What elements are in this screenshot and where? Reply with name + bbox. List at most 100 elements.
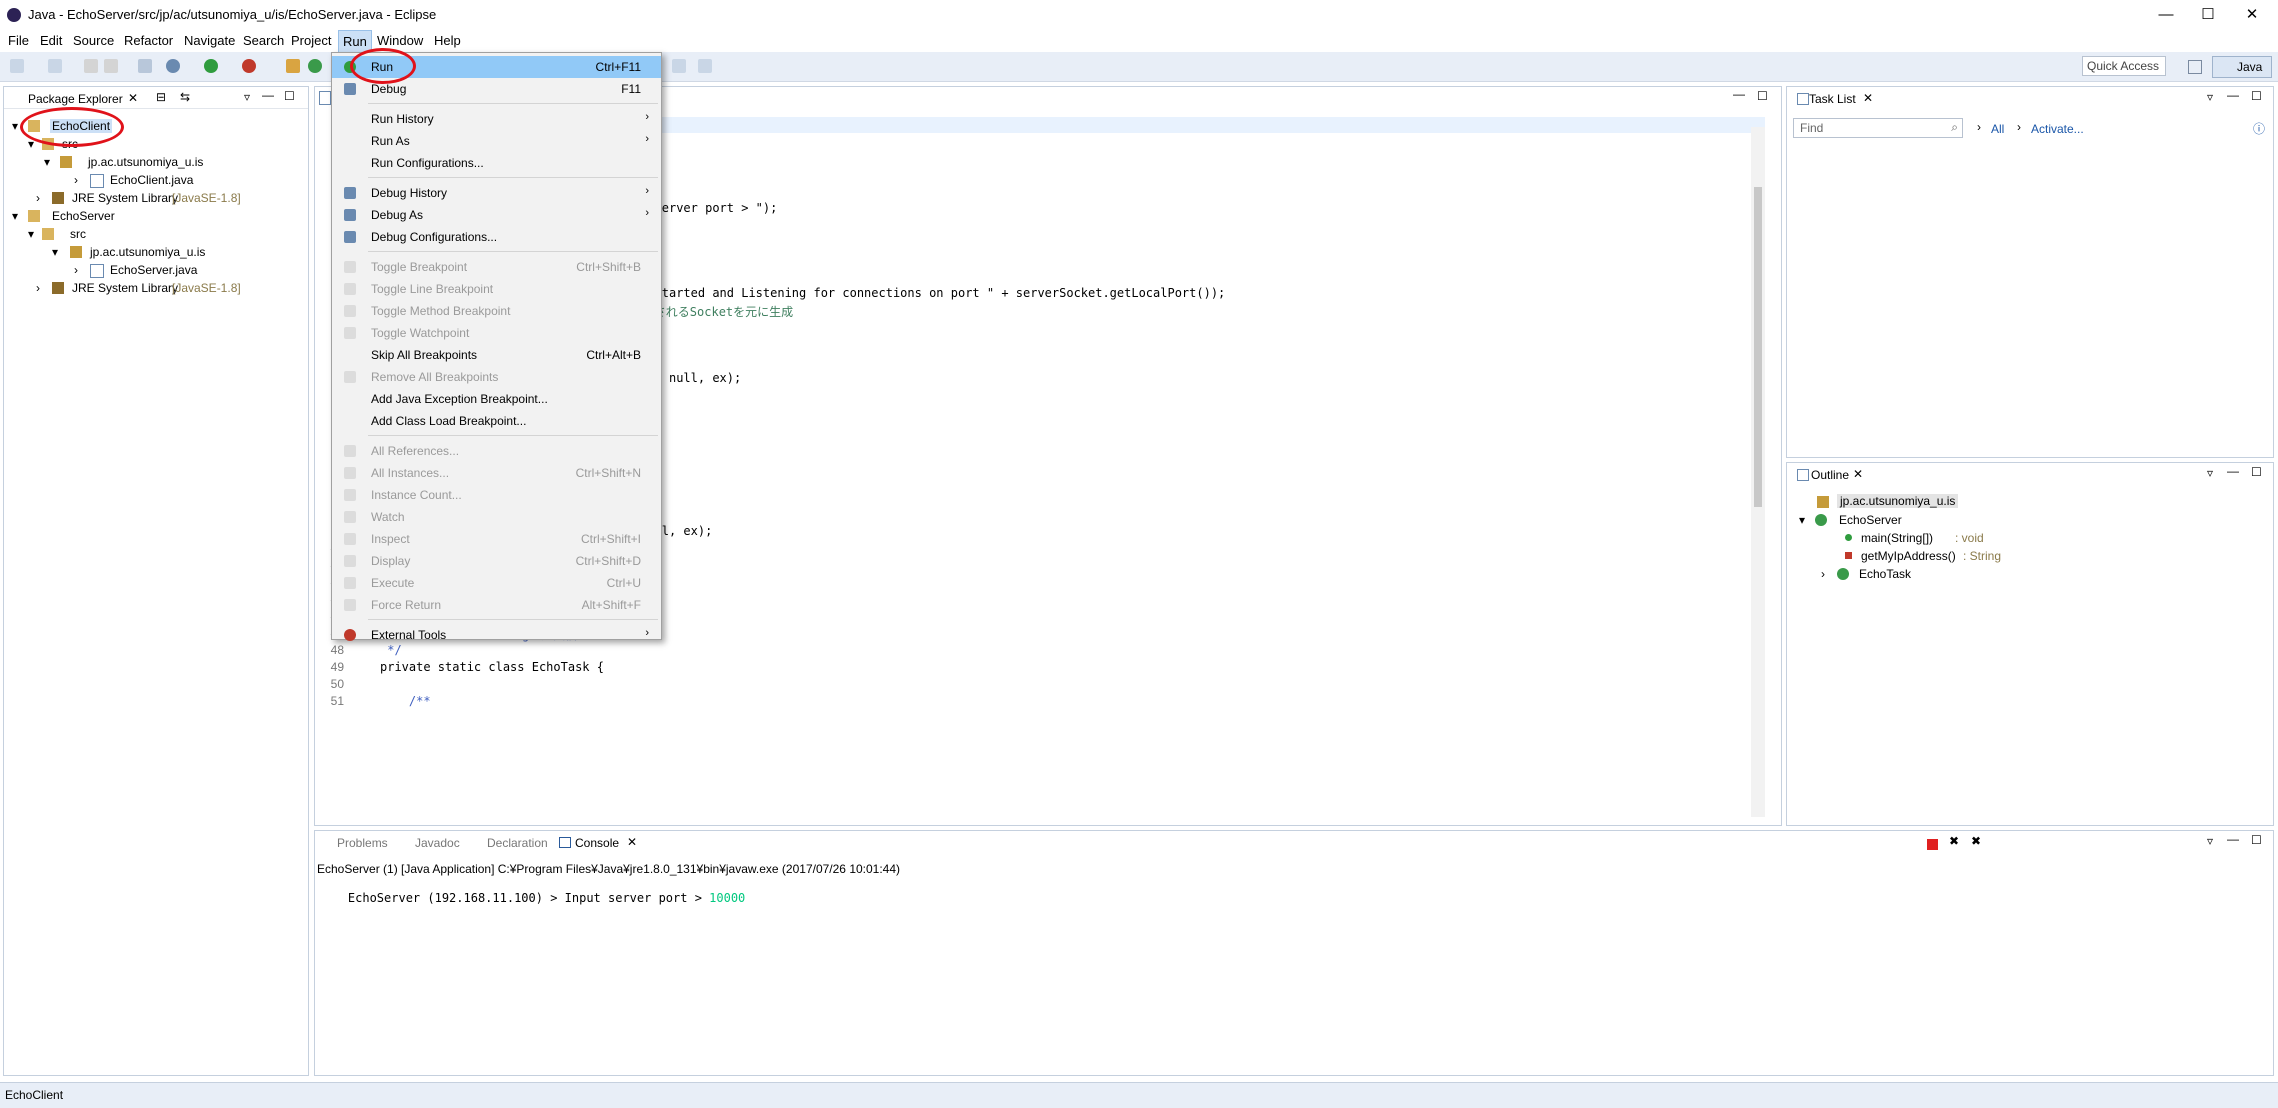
editor-maximize-icon[interactable]: ☐ bbox=[1757, 89, 1768, 103]
maximize-view-icon[interactable]: ☐ bbox=[2251, 465, 2262, 479]
menu-navigate[interactable]: Navigate bbox=[184, 33, 235, 48]
view-menu-icon[interactable]: ▿ bbox=[2207, 466, 2213, 480]
terminate-icon[interactable] bbox=[1927, 839, 1938, 850]
menu-item-run-as[interactable]: Run As › bbox=[332, 130, 661, 152]
view-menu-icon[interactable]: ▿ bbox=[244, 90, 250, 104]
collapse-icon[interactable]: › bbox=[36, 191, 44, 205]
menu-item-debug-configurations[interactable]: Debug Configurations... bbox=[332, 226, 661, 248]
forward-icon[interactable] bbox=[698, 59, 712, 73]
problems-tab[interactable]: Problems bbox=[337, 836, 388, 850]
close-icon[interactable]: ✕ bbox=[1853, 467, 1863, 481]
maximize-view-icon[interactable]: ☐ bbox=[2251, 833, 2262, 847]
menu-item-shortcut: Ctrl+F11 bbox=[595, 60, 641, 74]
console-tab[interactable]: Console bbox=[575, 836, 619, 850]
menu-item-run-configurations[interactable]: Run Configurations... bbox=[332, 152, 661, 174]
menu-item-add-class-load-breakpoint[interactable]: Add Class Load Breakpoint... bbox=[332, 410, 661, 432]
remove-all-icon[interactable]: ✖ bbox=[1971, 834, 1981, 848]
close-icon[interactable]: ✕ bbox=[1863, 91, 1873, 105]
task-find-input[interactable]: Find ⌕ bbox=[1793, 118, 1963, 138]
outline-class-label: EchoServer bbox=[1839, 513, 1902, 527]
minimize-view-icon[interactable]: — bbox=[2227, 832, 2239, 846]
view-menu-icon[interactable]: ▿ bbox=[2207, 834, 2213, 848]
tree-label-extra: [JavaSE-1.8] bbox=[172, 191, 241, 205]
menu-item-debug-as[interactable]: Debug As › bbox=[332, 204, 661, 226]
expand-icon[interactable]: ▾ bbox=[52, 245, 60, 259]
external-tools-icon[interactable] bbox=[242, 59, 256, 73]
run-history-icon bbox=[344, 113, 356, 125]
eclipse-logo-icon bbox=[7, 8, 21, 22]
task-all-link[interactable]: All bbox=[1991, 122, 2004, 136]
menu-refactor[interactable]: Refactor bbox=[124, 33, 173, 48]
run-icon[interactable] bbox=[204, 59, 218, 73]
remove-launch-icon[interactable]: ✖ bbox=[1949, 834, 1959, 848]
expand-icon[interactable]: ▾ bbox=[44, 155, 52, 169]
menu-item-shortcut: Ctrl+Shift+D bbox=[575, 554, 641, 568]
editor-minimize-icon[interactable]: — bbox=[1733, 87, 1745, 101]
menu-file[interactable]: File bbox=[8, 33, 29, 48]
task-list-tab[interactable]: Task List bbox=[1809, 92, 1856, 106]
menu-help[interactable]: Help bbox=[434, 33, 461, 48]
member-type: : void bbox=[1955, 531, 1984, 545]
java-file-icon bbox=[90, 174, 104, 188]
quick-access-input[interactable]: Quick Access bbox=[2082, 56, 2166, 76]
new-java-package-icon[interactable] bbox=[286, 59, 300, 73]
close-button[interactable]: ✕ bbox=[2226, 2, 2278, 28]
maximize-view-icon[interactable]: ☐ bbox=[2251, 89, 2262, 103]
save-all-icon[interactable] bbox=[84, 59, 98, 73]
package-explorer-tab[interactable]: Package Explorer bbox=[28, 92, 123, 106]
menu-source[interactable]: Source bbox=[73, 33, 114, 48]
menu-window[interactable]: Window bbox=[377, 33, 423, 48]
new-java-class-icon[interactable] bbox=[308, 59, 322, 73]
close-icon[interactable]: ✕ bbox=[128, 91, 138, 105]
expand-icon[interactable]: ▾ bbox=[28, 227, 36, 241]
maximize-view-icon[interactable]: ☐ bbox=[284, 89, 295, 103]
close-icon[interactable]: ✕ bbox=[627, 835, 637, 849]
menu-item-external-tools[interactable]: External Tools › bbox=[332, 624, 661, 646]
menu-item-add-java-exception-breakpoint[interactable]: Add Java Exception Breakpoint... bbox=[332, 388, 661, 410]
minimize-view-icon[interactable]: — bbox=[2227, 88, 2239, 102]
tree-label: EchoClient.java bbox=[110, 173, 194, 187]
submenu-arrow-icon: › bbox=[645, 111, 649, 123]
expand-icon[interactable]: ▾ bbox=[12, 119, 20, 133]
menu-item-label: All Instances... bbox=[371, 466, 450, 480]
expand-icon[interactable]: ▾ bbox=[1799, 513, 1807, 527]
arrow-icon: › bbox=[1977, 120, 1981, 134]
collapse-icon[interactable]: › bbox=[74, 263, 82, 277]
menu-edit[interactable]: Edit bbox=[40, 33, 62, 48]
collapse-icon[interactable]: › bbox=[36, 281, 44, 295]
task-activate-link[interactable]: Activate... bbox=[2031, 122, 2084, 136]
scrollbar-thumb[interactable] bbox=[1754, 187, 1762, 507]
expand-icon[interactable]: ▾ bbox=[12, 209, 20, 223]
declaration-tab[interactable]: Declaration bbox=[487, 836, 548, 850]
save-icon[interactable] bbox=[48, 59, 62, 73]
menu-item-label: Debug bbox=[371, 82, 407, 96]
collapse-all-icon[interactable]: ⊟ bbox=[156, 90, 166, 104]
editor-vertical-scrollbar[interactable] bbox=[1751, 127, 1765, 817]
link-editor-icon[interactable]: ⇆ bbox=[180, 90, 190, 104]
editor-tab-icon[interactable] bbox=[319, 91, 331, 105]
menu-search[interactable]: Search bbox=[243, 33, 284, 48]
skip-breakpoints-icon[interactable] bbox=[138, 59, 152, 73]
print-icon[interactable] bbox=[104, 59, 118, 73]
collapse-icon[interactable]: › bbox=[74, 173, 82, 187]
back-icon[interactable] bbox=[672, 59, 686, 73]
console-output[interactable]: EchoServer (192.168.11.100) > Input serv… bbox=[319, 877, 745, 919]
tree-label: JRE System Library bbox=[72, 281, 179, 295]
javadoc-tab[interactable]: Javadoc bbox=[415, 836, 460, 850]
menu-item-debug-history[interactable]: Debug History › bbox=[332, 182, 661, 204]
menu-project[interactable]: Project bbox=[291, 33, 331, 48]
debug-icon[interactable] bbox=[166, 59, 180, 73]
help-icon[interactable]: ⓘ bbox=[2253, 120, 2265, 137]
minimize-view-icon[interactable]: — bbox=[2227, 464, 2239, 478]
outline-tab[interactable]: Outline bbox=[1811, 468, 1849, 482]
open-perspective-icon[interactable] bbox=[2188, 60, 2202, 74]
collapse-icon[interactable]: › bbox=[1821, 567, 1829, 581]
new-icon[interactable] bbox=[10, 59, 24, 73]
menu-item-run-history[interactable]: Run History › bbox=[332, 108, 661, 130]
minimize-view-icon[interactable]: — bbox=[262, 88, 274, 102]
menu-item-remove-all-breakpoints: Remove All Breakpoints bbox=[332, 366, 661, 388]
java-perspective-button[interactable]: Java bbox=[2212, 56, 2272, 78]
menu-item-all-references: All References... bbox=[332, 440, 661, 462]
menu-item-skip-all-breakpoints[interactable]: Skip All Breakpoints Ctrl+Alt+B bbox=[332, 344, 661, 366]
view-menu-icon[interactable]: ▿ bbox=[2207, 90, 2213, 104]
